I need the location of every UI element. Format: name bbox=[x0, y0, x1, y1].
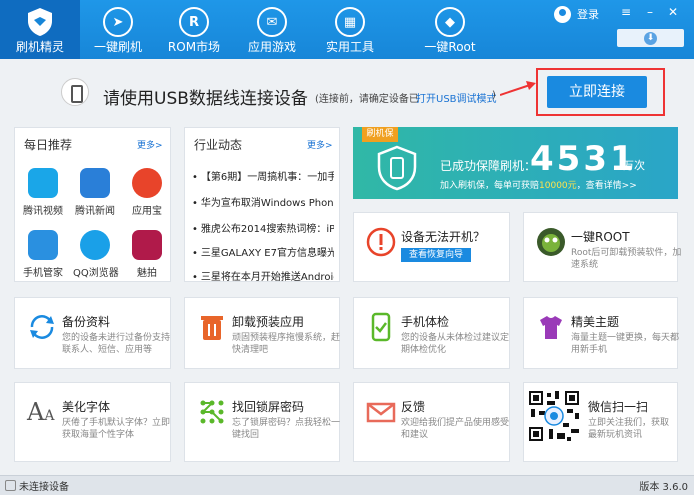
login-button[interactable]: 登录 bbox=[554, 4, 599, 24]
tab-apps-games[interactable]: ✉ 应用游戏 bbox=[230, 0, 314, 59]
qq-browser-icon bbox=[80, 230, 110, 260]
connection-status: 未连接设备 bbox=[19, 482, 69, 493]
app-tencent-news[interactable]: 腾讯新闻 bbox=[73, 168, 117, 217]
phone-manager-icon bbox=[28, 230, 58, 260]
card-recover-lock-password[interactable]: 找回锁屏密码 忘了锁屏密码？点我轻松一键找回 bbox=[184, 382, 340, 462]
cursor-icon: ➤ bbox=[103, 7, 133, 37]
news-item[interactable]: 华为宣布取消Windows Phone手... bbox=[192, 194, 334, 209]
card-cannot-boot[interactable]: 设备无法开机？ 查看恢复向导 bbox=[353, 212, 510, 282]
theme-icon bbox=[540, 316, 562, 339]
app-store-icon bbox=[132, 168, 162, 198]
version-label: 版本 3.6.0 bbox=[639, 482, 688, 493]
connect-button[interactable]: 立即连接 bbox=[547, 76, 647, 108]
card-fonts[interactable]: AA 美化字体 厌倦了手机默认字体？立即获取海量个性字体 bbox=[14, 382, 171, 462]
card-phone-check[interactable]: 手机体检 您的设备从未体检过建议定期体检优化 bbox=[353, 297, 510, 369]
connect-note: (连接前，请确定设备已 bbox=[315, 94, 419, 105]
connect-instruction: 请使用USB数据线连接设备 bbox=[103, 89, 308, 109]
trash-icon bbox=[201, 316, 223, 340]
menu-icon[interactable]: ≡ bbox=[617, 4, 635, 20]
pattern-lock-icon bbox=[200, 400, 224, 424]
news-item[interactable]: 三星GALAXY E7官方信息曝光 配5... bbox=[192, 244, 334, 259]
shield-phone-icon bbox=[377, 145, 417, 191]
mail-icon bbox=[366, 402, 396, 423]
card-themes[interactable]: 精美主题 海量主题一键更换，每天都用新手机 bbox=[523, 297, 679, 369]
tab-home[interactable]: 刷机精灵 bbox=[0, 0, 80, 59]
root-icon bbox=[537, 228, 565, 256]
recovery-guide-button[interactable]: 查看恢复向导 bbox=[401, 248, 471, 262]
usb-debug-link[interactable]: 打开USB调试模式 bbox=[416, 90, 497, 105]
qr-code-icon bbox=[527, 389, 581, 443]
panel-title: 行业动态 bbox=[194, 138, 243, 152]
root-icon: ◆ bbox=[435, 7, 465, 37]
phone-icon bbox=[61, 78, 89, 106]
protected-count: 4531 bbox=[530, 139, 637, 179]
news-item[interactable]: 三星将在本月开始推送Android 5... bbox=[192, 268, 334, 283]
red-arrow bbox=[500, 81, 536, 96]
app-tencent-video[interactable]: 腾讯视频 bbox=[21, 168, 65, 217]
app-meipai[interactable]: 魅拍 bbox=[125, 230, 169, 279]
news-item[interactable]: 【第6期】一周搞机事：一加手机... bbox=[192, 168, 334, 183]
grid-icon: ▦ bbox=[335, 7, 365, 37]
tab-rom-market[interactable]: R ROM市场 bbox=[152, 0, 236, 59]
panel-title: 每日推荐 bbox=[24, 138, 73, 152]
banner-tag: 刷机保 bbox=[362, 127, 398, 142]
tab-one-key-root[interactable]: ◆ 一键Root bbox=[408, 0, 492, 59]
daily-recommend-panel: 每日推荐 更多> 腾讯视频 腾讯新闻 应用宝 手机管家 QQ浏览器 魅拍 bbox=[14, 127, 171, 282]
device-status-icon bbox=[5, 480, 16, 491]
font-icon: AA bbox=[27, 398, 55, 426]
status-bar bbox=[0, 475, 694, 495]
app-yingyongbao[interactable]: 应用宝 bbox=[125, 168, 169, 217]
card-feedback[interactable]: 反馈 欢迎给我们提产品使用感受和建议 bbox=[353, 382, 510, 462]
shield-logo-icon bbox=[28, 8, 52, 36]
app-phone-manager[interactable]: 手机管家 bbox=[21, 230, 65, 279]
industry-news-panel: 行业动态 更多> 【第6期】一周搞机事：一加手机... 华为宣布取消Window… bbox=[184, 127, 340, 283]
phone-check-icon bbox=[371, 312, 391, 342]
card-one-key-root[interactable]: 一键ROOT Root后可卸载预装软件，加速系统 bbox=[523, 212, 681, 282]
card-uninstall-preinstalled[interactable]: 卸载预装应用 顽固预装程序拖慢系统，赶快清理吧 bbox=[184, 297, 340, 369]
meipai-icon bbox=[132, 230, 162, 260]
rom-icon: R bbox=[179, 7, 209, 37]
warning-icon bbox=[366, 227, 396, 257]
app-qq-browser[interactable]: QQ浏览器 bbox=[73, 230, 119, 279]
more-link[interactable]: 更多> bbox=[137, 138, 163, 151]
card-backup[interactable]: 备份资料 您的设备未进行过备份支持联系人、短信、应用等 bbox=[14, 297, 171, 369]
minimize-icon[interactable]: – bbox=[641, 4, 659, 20]
download-button[interactable]: ⬇ bbox=[617, 29, 684, 47]
more-link[interactable]: 更多> bbox=[307, 138, 333, 151]
download-icon: ⬇ bbox=[644, 31, 657, 45]
close-icon[interactable]: ✕ bbox=[664, 4, 682, 20]
mail-icon: ✉ bbox=[257, 7, 287, 37]
news-item[interactable]: 雅虎公布2014搜索热词榜：iPhon... bbox=[192, 220, 334, 235]
avatar-icon bbox=[554, 5, 571, 23]
details-link[interactable]: 查看详情>> bbox=[586, 181, 637, 191]
app-title: 刷机精灵 bbox=[15, 40, 64, 54]
tencent-news-icon bbox=[80, 168, 110, 198]
tab-tools[interactable]: ▦ 实用工具 bbox=[308, 0, 392, 59]
tab-one-key-flash[interactable]: ➤ 一键刷机 bbox=[76, 0, 160, 59]
tencent-video-icon bbox=[28, 168, 58, 198]
connect-note-end: ) bbox=[492, 90, 496, 101]
backup-icon bbox=[30, 315, 54, 339]
